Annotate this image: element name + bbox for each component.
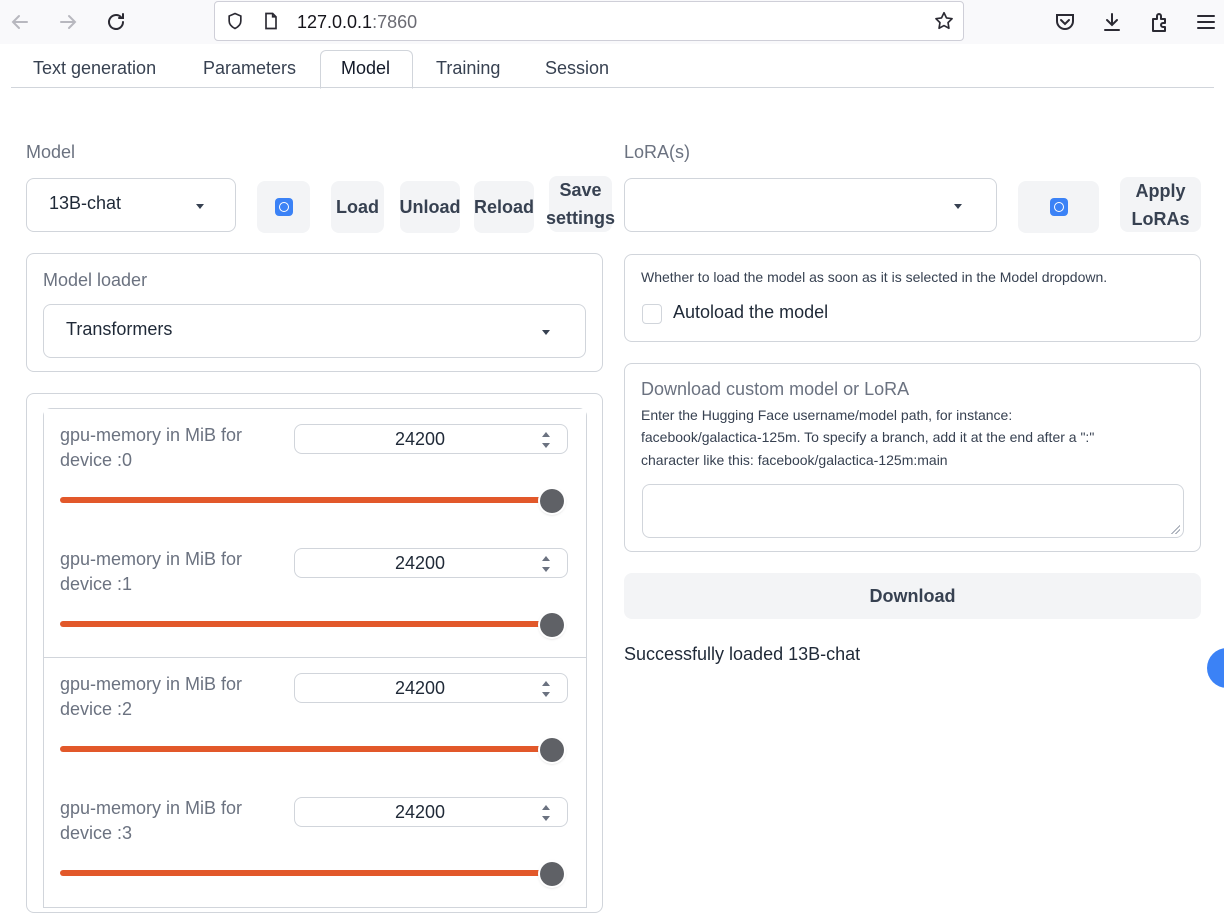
save-settings-label-2: settings [546,208,616,228]
model-label: Model [26,142,76,162]
download-icon[interactable] [1100,10,1124,34]
lora-label: LoRA(s) [624,142,691,162]
gpu-memory-row-1: gpu-memory in MiB for device :1 24200 [44,533,586,658]
gpu-memory-slider-3[interactable] [60,870,552,876]
floating-action-button[interactable] [1207,648,1224,688]
spinner-icon[interactable] [541,431,551,449]
save-settings-button[interactable]: Save settings [546,176,616,232]
status-message: Successfully loaded 13B-chat [624,644,861,664]
download-hint-line-2: facebook/galactica-125m. To specify a br… [641,429,1095,445]
gpu-memory-slider-thumb-0[interactable] [540,489,564,513]
lora-dropdown[interactable] [624,178,997,232]
back-icon[interactable] [8,10,32,34]
gpu-memory-value-3: 24200 [394,802,446,822]
spinner-icon[interactable] [541,680,551,698]
chevron-down-icon [196,204,204,209]
gpu-memory-label-3: gpu-memory in MiB for device :3 [60,798,243,843]
tab-session[interactable]: Session [545,58,609,79]
load-button[interactable]: Load [331,181,384,233]
gpu-memory-slider-thumb-2[interactable] [540,738,564,762]
gpu-memory-value-1: 24200 [394,553,446,573]
gpu-memory-row-3: gpu-memory in MiB for device :3 24200 [44,782,586,907]
menu-icon[interactable] [1194,10,1218,34]
model-loader-dropdown[interactable]: Transformers [43,304,586,358]
gpu-memory-slider-0[interactable] [60,497,552,503]
refresh-icon [274,198,293,216]
resize-handle-icon[interactable] [1170,524,1180,534]
model-loader-label: Model loader [43,270,148,290]
gpu-memory-input-2[interactable]: 24200 [294,673,568,703]
save-settings-label-1: Save [559,180,602,200]
autoload-checkbox[interactable] [642,304,662,324]
spinner-icon[interactable] [541,555,551,573]
gpu-memory-slider-2[interactable] [60,746,552,752]
url-bar[interactable]: 127.0.0.1:7860 [214,1,964,41]
refresh-icon [1049,198,1068,216]
gpu-memory-value-2: 24200 [394,678,446,698]
extensions-icon[interactable] [1148,10,1172,34]
autoload-panel: Whether to load the model as soon as it … [624,254,1201,342]
gpu-memory-row-2: gpu-memory in MiB for device :2 24200 [44,658,586,783]
unload-button[interactable]: Unload [400,181,461,233]
gpu-memory-slider-thumb-1[interactable] [540,613,564,637]
tab-model[interactable]: Model [341,58,390,79]
bookmark-star-icon[interactable] [933,10,955,32]
download-button[interactable]: Download [624,573,1201,619]
browser-toolbar: 127.0.0.1:7860 [0,0,1224,44]
reload-button[interactable]: Reload [474,181,534,233]
gpu-memory-input-3[interactable]: 24200 [294,797,568,827]
autoload-checkbox-label[interactable]: Autoload the model [673,302,828,323]
download-title: Download custom model or LoRA [641,379,910,399]
gpu-memory-slider-thumb-3[interactable] [540,862,564,886]
page-icon[interactable] [261,11,281,31]
gpu-memory-slider-1[interactable] [60,621,552,627]
reload-icon[interactable] [104,10,128,34]
tab-parameters[interactable]: Parameters [203,58,296,79]
apply-loras-label-1: Apply [1135,180,1186,201]
url-text[interactable]: 127.0.0.1:7860 [297,12,417,33]
download-hint-line-3: character like this: facebook/galactica-… [641,452,948,468]
tab-divider [11,87,1214,88]
gpu-memory-label-2: gpu-memory in MiB for device :2 [60,674,243,719]
model-loader-panel: Model loader Transformers [26,253,603,372]
gpu-memory-input-1[interactable]: 24200 [294,548,568,578]
gpu-memory-label-1: gpu-memory in MiB for device :1 [60,549,243,594]
chevron-down-icon [954,204,962,209]
model-dropdown[interactable]: 13B-chat [26,178,236,232]
shield-icon[interactable] [225,11,245,31]
forward-icon[interactable] [56,10,80,34]
gpu-memory-row-0: gpu-memory in MiB for device :0 24200 [44,409,586,534]
download-hint-line-1: Enter the Hugging Face username/model pa… [641,407,1013,423]
refresh-loras-button[interactable] [1018,181,1099,233]
tab-training[interactable]: Training [436,58,500,79]
gpu-memory-value-0: 24200 [394,429,446,449]
gpu-memory-label-0: gpu-memory in MiB for device :0 [60,425,243,470]
autoload-hint: Whether to load the model as soon as it … [641,269,1108,285]
tab-text-generation[interactable]: Text generation [33,58,156,79]
apply-loras-button[interactable]: Apply LoRAs [1120,177,1201,232]
apply-loras-label-2: LoRAs [1131,208,1190,229]
model-selected: 13B-chat [49,193,122,213]
model-loader-selected: Transformers [66,319,173,339]
chevron-down-icon [542,330,550,335]
download-path-input[interactable] [642,484,1184,538]
pocket-icon[interactable] [1053,10,1077,34]
spinner-icon[interactable] [541,804,551,822]
tab-bar [0,44,1224,90]
refresh-models-button[interactable] [257,181,310,233]
gpu-memory-input-0[interactable]: 24200 [294,424,568,454]
